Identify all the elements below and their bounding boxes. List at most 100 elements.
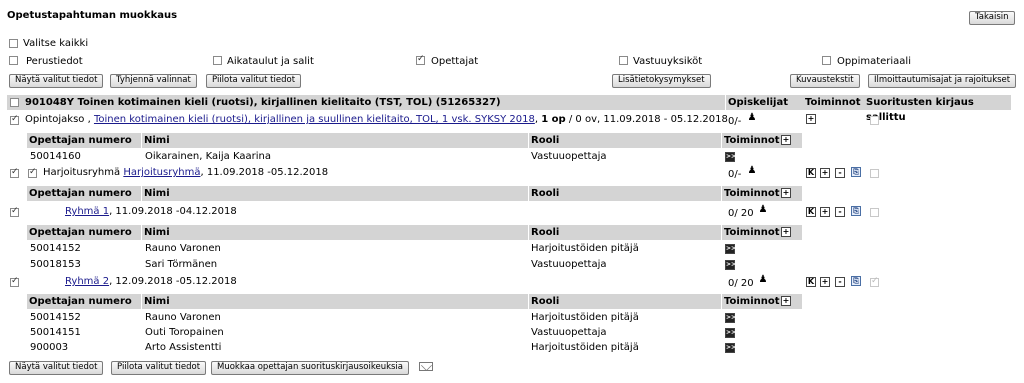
teacher-name: Outi Toropainen: [145, 327, 224, 338]
page-title: Opetustapahtuman muokkaus: [7, 10, 178, 21]
group2-row-text: Ryhmä 2, 12.09.2018 -05.12.2018: [65, 276, 237, 287]
open-teacher-icon[interactable]: >>: [725, 244, 736, 254]
period-link[interactable]: Toinen kotimainen kieli (ruotsi), kirjal…: [94, 114, 535, 125]
filter-schedules-label: Aikataulut ja salit: [227, 56, 314, 67]
open-teacher-icon[interactable]: >>: [725, 328, 736, 338]
group2-checkbox[interactable]: [10, 276, 19, 287]
k-icon[interactable]: K: [806, 168, 816, 178]
teacher-number: 50018153: [30, 259, 81, 270]
add-icon[interactable]: +: [820, 168, 830, 178]
person-icon[interactable]: ♟: [758, 205, 768, 215]
enrollment-times-button[interactable]: Ilmoittautumisajat ja rajoitukset: [868, 74, 1017, 88]
open-teacher-icon[interactable]: >>: [725, 260, 736, 270]
teacher-role: Harjoitustöiden pitäjä: [531, 243, 639, 254]
teacher-name: Sari Törmänen: [145, 259, 218, 270]
period-grading-checkbox[interactable]: [870, 116, 879, 125]
grading-allowed-column-header: Suoritusten kirjaus sallittu: [864, 95, 1011, 123]
back-button[interactable]: Takaisin: [969, 11, 1015, 25]
filter-teachers-checkbox[interactable]: [416, 54, 425, 65]
exercise-prefix: Harjoitusryhmä: [43, 167, 121, 178]
teacher-name-header: Nimi: [142, 225, 528, 240]
actions-column-header: Toiminnot: [803, 95, 865, 110]
k-icon[interactable]: K: [806, 207, 816, 217]
teacher-number: 50014151: [30, 327, 81, 338]
filter-materials-label: Oppimateriaali: [837, 56, 911, 67]
filter-materials-checkbox[interactable]: [822, 56, 831, 65]
envelope-icon[interactable]: [419, 362, 433, 371]
edit-grading-rights-button[interactable]: Muokkaa opettajan suorituskirjausoikeuks…: [211, 361, 409, 375]
teacher-role-header: Rooli: [529, 133, 721, 148]
group2-grading-checkbox[interactable]: [870, 276, 879, 287]
teacher-number-header: Opettajan numero: [27, 133, 141, 148]
extra-questions-button[interactable]: Lisätietokysymykset: [612, 74, 711, 88]
group1-link[interactable]: Ryhmä 1: [65, 206, 109, 217]
description-texts-button[interactable]: Kuvaustekstit: [790, 74, 860, 88]
open-teacher-icon[interactable]: >>: [725, 313, 736, 323]
add-teacher-icon[interactable]: +: [781, 296, 791, 306]
filter-units-label: Vastuuyksiköt: [633, 56, 703, 67]
teacher-name: Rauno Varonen: [145, 312, 221, 323]
remove-icon[interactable]: -: [835, 207, 845, 217]
teacher-name: Rauno Varonen: [145, 243, 221, 254]
group1-dates: , 11.09.2018 -04.12.2018: [109, 206, 237, 217]
exercise-grading-checkbox[interactable]: [870, 169, 879, 178]
filter-units-checkbox[interactable]: [619, 56, 628, 65]
group1-students: 0/ 20: [728, 208, 754, 219]
open-teacher-icon[interactable]: >>: [725, 152, 736, 162]
add-teacher-icon[interactable]: +: [781, 227, 791, 237]
teacher-role: Vastuuopettaja: [531, 259, 607, 270]
teacher-role: Vastuuopettaja: [531, 151, 607, 162]
group1-grading-checkbox[interactable]: [870, 208, 879, 217]
copy-icon[interactable]: ⎘: [851, 167, 861, 177]
exercise-link[interactable]: Harjoitusryhmä: [123, 167, 200, 178]
person-icon[interactable]: ♟: [747, 113, 757, 123]
exercise-row-text: Harjoitusryhmä Harjoitusryhmä, 11.09.201…: [43, 167, 328, 178]
exercise-sub-checkbox[interactable]: [28, 167, 37, 178]
select-all-label: Valitse kaikki: [23, 38, 89, 49]
group1-checkbox[interactable]: [10, 206, 19, 217]
remove-icon[interactable]: -: [835, 277, 845, 287]
person-icon[interactable]: ♟: [747, 166, 757, 176]
teacher-number: 50014160: [30, 151, 81, 162]
teacher-number: 50014152: [30, 243, 81, 254]
teacher-number-header: Opettajan numero: [27, 186, 141, 201]
group2-dates: , 12.09.2018 -05.12.2018: [109, 276, 237, 287]
clear-selections-button[interactable]: Tyhjennä valinnat: [110, 74, 197, 88]
add-icon[interactable]: +: [806, 114, 816, 124]
hide-selected-button[interactable]: Piilota valitut tiedot: [206, 74, 302, 88]
teacher-role: Harjoitustöiden pitäjä: [531, 342, 639, 353]
teacher-name: Arto Assistentti: [145, 342, 222, 353]
k-icon[interactable]: K: [806, 277, 816, 287]
remove-icon[interactable]: -: [835, 168, 845, 178]
period-credits: 1 op: [541, 114, 566, 125]
teacher-role: Vastuuopettaja: [531, 327, 607, 338]
show-selected-button[interactable]: Näytä valitut tiedot: [9, 74, 104, 88]
filter-schedules-checkbox[interactable]: [213, 56, 222, 65]
period-students: 0/-: [728, 116, 742, 127]
add-teacher-icon[interactable]: +: [781, 188, 791, 198]
show-selected-button-bottom[interactable]: Näytä valitut tiedot: [9, 361, 104, 375]
filter-basic-info-label: Perustiedot: [26, 56, 83, 67]
add-teacher-icon[interactable]: +: [781, 135, 791, 145]
period-prefix: Opintojakso ,: [25, 114, 91, 125]
exercise-row-checkbox[interactable]: [10, 167, 19, 178]
teacher-name: Oikarainen, Kaija Kaarina: [145, 151, 271, 162]
group2-students: 0/ 20: [728, 278, 754, 289]
copy-icon[interactable]: ⎘: [851, 206, 861, 216]
group2-link[interactable]: Ryhmä 2: [65, 276, 109, 287]
teacher-role-header: Rooli: [529, 225, 721, 240]
add-icon[interactable]: +: [820, 277, 830, 287]
hide-selected-button-bottom[interactable]: Piilota valitut tiedot: [111, 361, 207, 375]
open-teacher-icon[interactable]: >>: [725, 343, 736, 353]
period-row-text: Opintojakso , Toinen kotimainen kieli (r…: [25, 114, 728, 125]
filter-basic-info-checkbox[interactable]: [9, 56, 18, 65]
copy-icon[interactable]: ⎘: [851, 276, 861, 286]
teacher-name-header: Nimi: [142, 294, 528, 309]
teacher-role-header: Rooli: [529, 294, 721, 309]
person-icon[interactable]: ♟: [758, 275, 768, 285]
add-icon[interactable]: +: [820, 207, 830, 217]
course-heading: 901048Y Toinen kotimainen kieli (ruotsi)…: [25, 97, 501, 108]
course-select-checkbox[interactable]: [10, 98, 19, 107]
period-row-checkbox[interactable]: [10, 114, 19, 125]
select-all-checkbox[interactable]: [9, 39, 18, 48]
